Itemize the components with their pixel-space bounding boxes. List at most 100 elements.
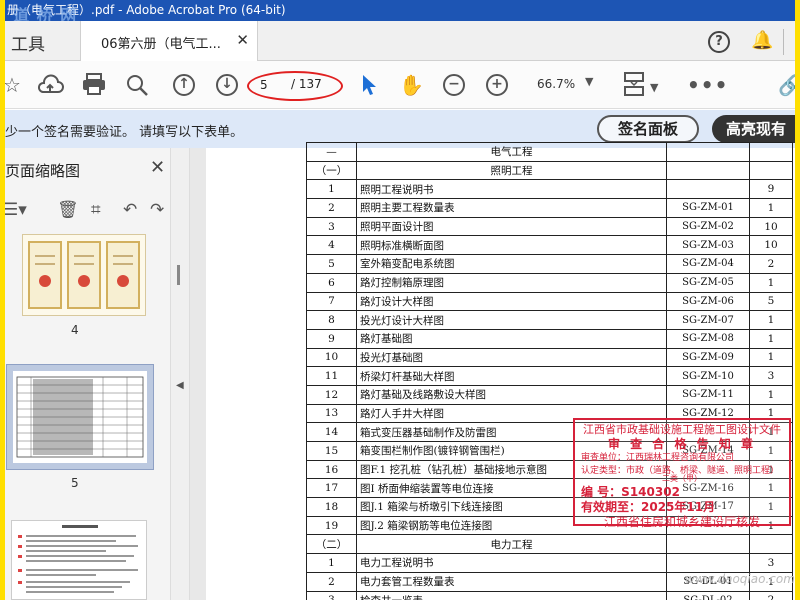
row-number: 1 — [306, 553, 357, 573]
hand-tool-icon[interactable]: ✋ — [399, 73, 424, 97]
collapse-panel-icon[interactable]: ◀ — [176, 380, 184, 391]
title-bar: 册（电气工程）.pdf - Adobe Acrobat Pro (64-bit) — [5, 0, 795, 21]
crop-icon[interactable]: ⌗ — [91, 200, 101, 220]
page-display-icon[interactable] — [621, 71, 647, 99]
drawing-code: SG-ZM-02 — [666, 216, 750, 237]
search-icon[interactable] — [125, 73, 149, 97]
zoom-out-icon[interactable]: − — [443, 74, 465, 96]
next-page-icon[interactable]: ↓ — [216, 74, 238, 96]
row-number: 13 — [306, 403, 357, 424]
drawing-name: 照明工程说明书 — [356, 179, 667, 200]
sheet-count: 3 — [749, 366, 793, 386]
section-marker: （一） — [306, 160, 357, 181]
table-row: 6 路灯控制箱原理图 SG-ZM-05 1 — [306, 272, 793, 293]
acrobat-window: 册（电气工程）.pdf - Adobe Acrobat Pro (64-bit)… — [5, 0, 795, 600]
delete-icon[interactable]: 🗑 — [57, 200, 79, 220]
row-number: 1 — [306, 179, 357, 200]
drawing-name: 路灯控制箱原理图 — [356, 272, 667, 293]
table-cell — [749, 142, 793, 162]
pdf-page: — 电气工程 （一） 照明工程 1 照明工程说明书 9 2 照明主要工程数量表 SG-ZM-01 1… — [206, 142, 795, 600]
panel-title: 页面缩略图 — [5, 162, 81, 180]
thumbnail-table-image — [16, 376, 144, 458]
more-options-icon[interactable]: ••• — [687, 73, 728, 97]
drawing-name: 电力工程说明书 — [356, 553, 667, 573]
section-row: （一） 照明工程 — [306, 160, 793, 181]
drawing-name: 室外箱变配电系统图 — [356, 254, 667, 274]
main-toolbar: ☆ ↑ ↓ / 137 ✋ − + 66.7% ▼ ▼ — [5, 61, 795, 109]
thumbnail-page-6[interactable] — [11, 520, 147, 600]
stamp-line: 江西省住房和城乡建设厅核发 — [603, 515, 760, 529]
table-row: 9 路灯基础图 SG-ZM-08 1 — [306, 328, 793, 349]
close-tab-icon[interactable]: ✕ — [236, 31, 249, 49]
thumbnail-toolbar: ☰▾ 🗑 ⌗ ↶ ↷ — [5, 200, 170, 226]
redo-icon[interactable]: ↷ — [150, 200, 164, 220]
drawing-code: SG-ZM-04 — [666, 254, 750, 274]
sheet-count: 9 — [749, 179, 793, 200]
row-number: 5 — [306, 254, 357, 274]
section-name: 电力工程 — [356, 534, 667, 555]
help-icon[interactable]: ? — [708, 31, 730, 53]
chevron-down-icon[interactable]: ▼ — [650, 76, 658, 100]
notification-bell-icon[interactable]: 🔔 — [751, 30, 773, 51]
table-row: 5 室外箱变配电系统图 SG-ZM-04 2 — [306, 254, 793, 274]
signature-message: 少一个签名需要验证。 请填写以下表单。 — [5, 125, 244, 140]
row-number: 9 — [306, 328, 357, 349]
drawing-code: SG-ZM-06 — [666, 291, 750, 312]
previous-page-icon[interactable]: ↑ — [173, 74, 195, 96]
drawing-code: SG-ZM-07 — [666, 310, 750, 330]
link-icon[interactable]: 🔗 — [778, 73, 795, 97]
highlight-fields-button[interactable]: 高亮现有 — [712, 115, 795, 143]
drawing-code — [666, 553, 750, 573]
document-tab[interactable]: 06第六册（电气工... ✕ — [80, 21, 258, 61]
zoom-in-icon[interactable]: + — [486, 74, 508, 96]
scrollbar-thumb[interactable] — [177, 265, 180, 285]
sheet-count: 1 — [749, 347, 793, 368]
page-thumbnails-panel: 页面缩略图 ✕ ☰▾ 🗑 ⌗ ↶ ↷ 4 5 — [5, 148, 170, 600]
bookmark-star-icon[interactable]: ☆ — [5, 73, 21, 97]
table-row: 4 照明标准横断面图 SG-ZM-03 10 — [306, 235, 793, 256]
chevron-down-icon[interactable]: ▼ — [585, 75, 593, 88]
row-number: 12 — [306, 384, 357, 405]
signature-panel-button[interactable]: 签名面板 — [597, 115, 699, 143]
sheet-count: 1 — [749, 310, 793, 330]
sheet-count: 1 — [749, 272, 793, 293]
sheet-count: 1 — [749, 328, 793, 349]
undo-icon[interactable]: ↶ — [123, 200, 137, 220]
table-cell — [666, 534, 750, 555]
sheet-count: 1 — [749, 198, 793, 218]
sheet-count: 2 — [749, 590, 793, 600]
select-arrow-icon[interactable] — [360, 73, 378, 97]
close-panel-icon[interactable]: ✕ — [150, 157, 165, 178]
certificate-image — [28, 241, 62, 309]
table-cell: — — [306, 142, 357, 162]
table-row: 11 桥梁灯杆基础大样图 SG-ZM-10 3 — [306, 366, 793, 386]
row-number: 2 — [306, 571, 357, 592]
drawing-name: 路灯基础图 — [356, 328, 667, 349]
certificate-image — [67, 241, 101, 309]
options-menu-icon[interactable]: ☰▾ — [5, 200, 27, 220]
section-marker: （二） — [306, 534, 357, 555]
drawing-name: 路灯设计大样图 — [356, 291, 667, 312]
thumbnail-page-4[interactable] — [22, 234, 146, 316]
table-header-cell: 电气工程 — [356, 142, 667, 162]
drawing-code: SG-ZM-08 — [666, 328, 750, 349]
table-row: 7 路灯设计大样图 SG-ZM-06 5 — [306, 291, 793, 312]
row-number: 14 — [306, 422, 357, 442]
print-icon[interactable] — [81, 72, 107, 96]
tools-tab[interactable]: 工具 — [11, 30, 45, 55]
table-row: 2 照明主要工程数量表 SG-ZM-01 1 — [306, 198, 793, 218]
thumbnail-label: 5 — [71, 476, 79, 490]
document-view[interactable]: — 电气工程 （一） 照明工程 1 照明工程说明书 9 2 照明主要工程数量表 SG-ZM-01 1… — [190, 142, 795, 600]
upload-cloud-icon[interactable] — [36, 73, 64, 97]
certificate-image — [106, 241, 140, 309]
panel-divider[interactable]: ◀ — [170, 148, 190, 600]
thumbnail-page-5-selected[interactable] — [6, 364, 154, 470]
review-stamp: 江西省市政基础设施工程施工图设计文件 审 查 合 格 告 知 章 审查单位：江西… — [573, 418, 791, 529]
drawing-code: SG-ZM-10 — [666, 366, 750, 386]
row-number: 2 — [306, 198, 357, 218]
drawing-code: SG-ZM-01 — [666, 198, 750, 218]
row-number: 8 — [306, 310, 357, 330]
sheet-count: 1 — [749, 384, 793, 405]
zoom-level[interactable]: 66.7% — [537, 77, 575, 91]
drawing-name: 投光灯设计大样图 — [356, 310, 667, 330]
